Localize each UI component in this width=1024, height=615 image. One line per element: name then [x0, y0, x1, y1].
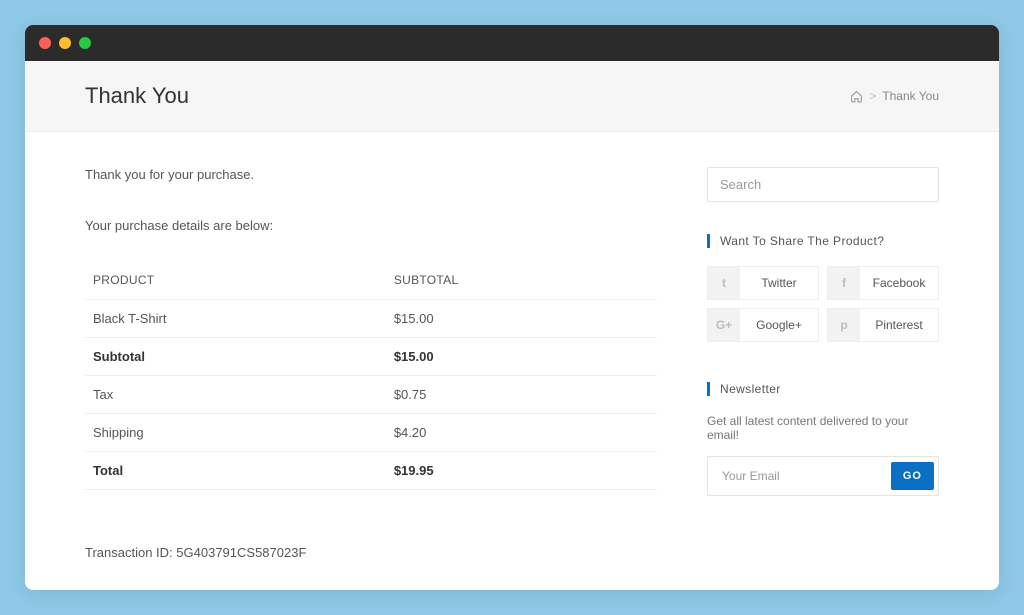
breadcrumb-separator: >	[869, 89, 876, 103]
sidebar: Want To Share The Product? tTwitterfFace…	[707, 167, 939, 560]
row-label: Subtotal	[85, 338, 386, 376]
pinterest-icon: p	[828, 309, 860, 341]
share-label: Google+	[740, 318, 818, 332]
breadcrumb: > Thank You	[850, 89, 939, 103]
page-title: Thank You	[85, 83, 189, 109]
share-label: Facebook	[860, 276, 938, 290]
row-value: $19.95	[386, 452, 657, 490]
go-button[interactable]: GO	[891, 462, 934, 490]
home-icon[interactable]	[850, 90, 863, 103]
row-label: Total	[85, 452, 386, 490]
search-input[interactable]	[707, 167, 939, 202]
table-row: Tax$0.75	[85, 376, 657, 414]
transaction-id: 5G403791CS587023F	[176, 545, 306, 560]
google-icon: G+	[708, 309, 740, 341]
row-label: Black T-Shirt	[85, 300, 386, 338]
row-value: $15.00	[386, 300, 657, 338]
share-widget-title: Want To Share The Product?	[707, 234, 939, 248]
window-titlebar	[25, 25, 999, 61]
table-row: Total$19.95	[85, 452, 657, 490]
col-subtotal: SUBTOTAL	[386, 261, 657, 300]
minimize-window-icon[interactable]	[59, 37, 71, 49]
newsletter-form: GO	[707, 456, 939, 496]
table-row: Subtotal$15.00	[85, 338, 657, 376]
share-label: Twitter	[740, 276, 818, 290]
maximize-window-icon[interactable]	[79, 37, 91, 49]
col-product: PRODUCT	[85, 261, 386, 300]
newsletter-widget-title: Newsletter	[707, 382, 939, 396]
transaction-label: Transaction ID:	[85, 545, 173, 560]
share-label: Pinterest	[860, 318, 938, 332]
thank-you-message: Thank you for your purchase.	[85, 167, 657, 182]
table-row: Black T-Shirt$15.00	[85, 300, 657, 338]
order-table: PRODUCT SUBTOTAL Black T-Shirt$15.00Subt…	[85, 261, 657, 490]
transaction-line: Transaction ID: 5G403791CS587023F	[85, 545, 657, 560]
table-row: Shipping$4.20	[85, 414, 657, 452]
main-content: Thank you for your purchase. Your purcha…	[85, 167, 657, 560]
share-google-button[interactable]: G+Google+	[707, 308, 819, 342]
breadcrumb-current: Thank You	[882, 89, 939, 103]
row-label: Tax	[85, 376, 386, 414]
twitter-icon: t	[708, 267, 740, 299]
page-header: Thank You > Thank You	[25, 61, 999, 132]
share-pinterest-button[interactable]: pPinterest	[827, 308, 939, 342]
share-facebook-button[interactable]: fFacebook	[827, 266, 939, 300]
row-label: Shipping	[85, 414, 386, 452]
email-input[interactable]	[712, 461, 891, 491]
details-message: Your purchase details are below:	[85, 218, 657, 233]
row-value: $4.20	[386, 414, 657, 452]
share-twitter-button[interactable]: tTwitter	[707, 266, 819, 300]
facebook-icon: f	[828, 267, 860, 299]
row-value: $15.00	[386, 338, 657, 376]
close-window-icon[interactable]	[39, 37, 51, 49]
newsletter-description: Get all latest content delivered to your…	[707, 414, 939, 442]
row-value: $0.75	[386, 376, 657, 414]
